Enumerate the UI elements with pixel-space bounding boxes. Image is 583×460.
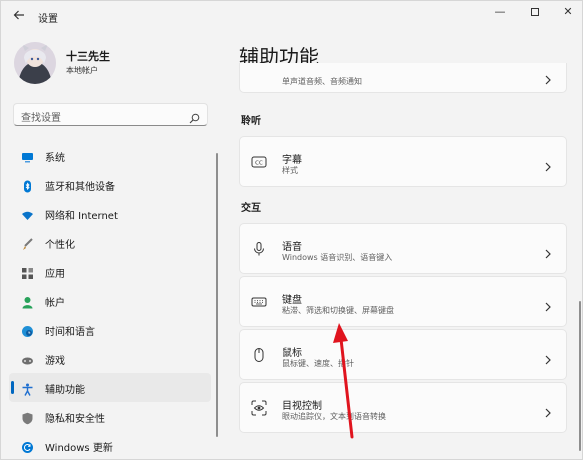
- captions-icon: CC: [251, 154, 267, 170]
- sidebar-item-bluetooth[interactable]: 蓝牙和其他设备: [9, 170, 211, 199]
- maximize-icon: [531, 8, 539, 16]
- settings-card-captions[interactable]: CC 字幕 样式: [239, 136, 567, 187]
- accessibility-icon: [21, 381, 34, 396]
- gamepad-icon: [21, 352, 34, 365]
- card-title: 键盘: [282, 295, 302, 306]
- chevron-right-icon: [544, 403, 552, 417]
- settings-window: 设置 — ✕ 十三先生 本地帐户 查找设置 系统 蓝牙和其他设备 网络和 Int…: [0, 0, 583, 460]
- person-icon: [21, 294, 34, 309]
- update-icon: [21, 439, 34, 453]
- sidebar-item-accessibility[interactable]: 辅助功能: [9, 373, 211, 402]
- sidebar-item-label: 网络和 Internet: [45, 211, 118, 222]
- search-input[interactable]: 查找设置: [13, 103, 208, 126]
- card-title: 字幕: [282, 155, 302, 166]
- title-bar: 设置 — ✕: [1, 1, 582, 31]
- svg-text:CC: CC: [255, 160, 263, 166]
- card-title: 鼠标: [282, 348, 302, 359]
- chevron-right-icon: [544, 70, 552, 85]
- sidebar-item-label: 系统: [45, 153, 65, 164]
- card-description: 鼠标键、速度、指针: [282, 359, 354, 368]
- sidebar-item-windows-update[interactable]: Windows 更新: [9, 431, 211, 460]
- search-icon: [189, 109, 200, 124]
- globe-clock-icon: [21, 323, 34, 337]
- account-type: 本地帐户: [66, 66, 98, 75]
- bluetooth-icon: [21, 178, 34, 193]
- app-title: 设置: [38, 14, 58, 25]
- sidebar-item-accounts[interactable]: 帐户: [9, 286, 211, 315]
- sidebar-item-label: 游戏: [45, 356, 65, 367]
- sidebar-item-label: 应用: [45, 269, 65, 280]
- monitor-icon: [21, 149, 34, 163]
- settings-card-keyboard[interactable]: 键盘 粘滞、筛选和切换键、屏幕键盘: [239, 276, 567, 327]
- mouse-icon: [251, 347, 267, 363]
- main-scrollbar[interactable]: [579, 301, 581, 451]
- avatar[interactable]: [14, 42, 56, 84]
- sidebar-scrollbar[interactable]: [216, 153, 218, 437]
- sidebar-nav: 系统 蓝牙和其他设备 网络和 Internet 个性化 应用 帐户 时间和语言: [9, 141, 211, 460]
- settings-card-speech[interactable]: 语音 Windows 语音识别、语音键入: [239, 223, 567, 274]
- sidebar-item-label: 帐户: [45, 298, 65, 309]
- keyboard-icon: [251, 294, 267, 310]
- settings-card-audio[interactable]: 单声道音频、音频通知: [239, 63, 567, 93]
- microphone-icon: [251, 241, 267, 257]
- section-label-hearing: 聆听: [241, 116, 261, 127]
- eye-control-icon: [251, 400, 267, 416]
- shield-icon: [21, 410, 34, 425]
- back-arrow-icon[interactable]: [11, 8, 27, 24]
- sidebar-item-apps[interactable]: 应用: [9, 257, 211, 286]
- card-title: 目视控制: [282, 401, 322, 412]
- user-name: 十三先生: [66, 50, 110, 63]
- sidebar-item-personalization[interactable]: 个性化: [9, 228, 211, 257]
- sidebar-item-label: 辅助功能: [45, 385, 85, 396]
- sidebar-item-gaming[interactable]: 游戏: [9, 344, 211, 373]
- sidebar-item-system[interactable]: 系统: [9, 141, 211, 170]
- chevron-right-icon: [544, 297, 552, 311]
- sidebar-item-privacy-security[interactable]: 隐私和安全性: [9, 402, 211, 431]
- settings-card-eye-control[interactable]: 目视控制 眼动追踪仪，文本到语音转换: [239, 382, 567, 433]
- minimize-button[interactable]: —: [488, 3, 512, 21]
- card-description: 粘滞、筛选和切换键、屏幕键盘: [282, 306, 394, 315]
- sidebar-item-label: 个性化: [45, 240, 75, 251]
- chevron-right-icon: [544, 350, 552, 364]
- sidebar-item-label: Windows 更新: [45, 443, 113, 454]
- wifi-icon: [21, 207, 34, 220]
- settings-card-mouse[interactable]: 鼠标 鼠标键、速度、指针: [239, 329, 567, 380]
- chevron-right-icon: [544, 157, 552, 171]
- card-description: 单声道音频、音频通知: [282, 77, 362, 86]
- search-placeholder: 查找设置: [21, 113, 61, 124]
- sidebar-item-label: 时间和语言: [45, 327, 95, 338]
- sidebar-item-time-language[interactable]: 时间和语言: [9, 315, 211, 344]
- close-button[interactable]: ✕: [556, 3, 580, 21]
- card-description: 眼动追踪仪，文本到语音转换: [282, 412, 386, 421]
- sidebar-item-network[interactable]: 网络和 Internet: [9, 199, 211, 228]
- brush-icon: [21, 236, 34, 250]
- apps-icon: [21, 265, 34, 279]
- card-description: Windows 语音识别、语音键入: [282, 253, 393, 262]
- card-title: 语音: [282, 242, 302, 253]
- maximize-button[interactable]: [523, 3, 547, 21]
- sidebar-item-label: 隐私和安全性: [45, 414, 105, 425]
- card-description: 样式: [282, 166, 298, 175]
- section-label-interaction: 交互: [241, 203, 261, 214]
- chevron-right-icon: [544, 244, 552, 258]
- sidebar-item-label: 蓝牙和其他设备: [45, 182, 115, 193]
